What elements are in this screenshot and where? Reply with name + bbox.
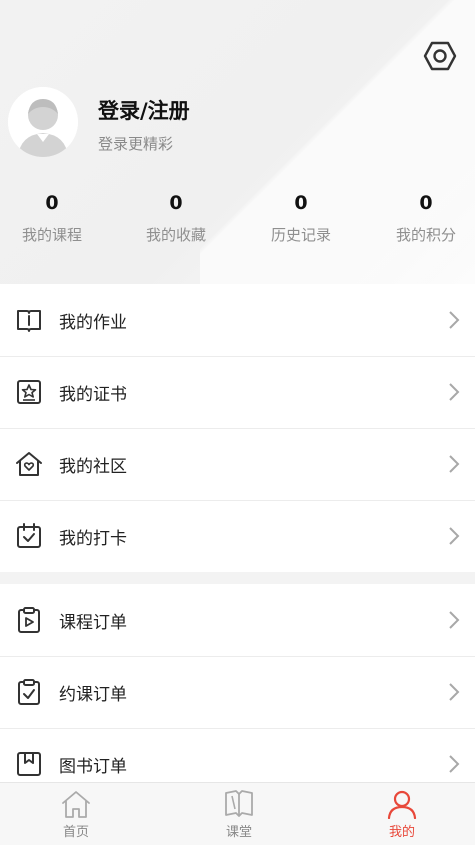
- menu-item-label: 我的打卡: [59, 528, 127, 549]
- certificate-icon: [17, 380, 41, 404]
- menu-item-label: 我的社区: [59, 456, 127, 477]
- menu-item-checkin[interactable]: 我的打卡: [0, 500, 475, 572]
- menu-item-appointment-orders[interactable]: 约课订单: [0, 656, 475, 728]
- menu-group-orders: 课程订单 约课订单 图书订单: [0, 584, 475, 782]
- login-register-link[interactable]: 登录/注册: [98, 95, 190, 125]
- open-book-icon: [225, 790, 253, 817]
- menu-item-label: 约课订单: [59, 684, 127, 705]
- chevron-right-icon: [449, 527, 460, 545]
- settings-button[interactable]: [420, 36, 460, 76]
- stat-value: 0: [45, 192, 59, 214]
- tab-classroom[interactable]: 课堂: [179, 783, 299, 845]
- stat-value: 0: [419, 192, 433, 214]
- menu-item-label: 我的作业: [59, 312, 127, 333]
- menu-item-homework[interactable]: 我的作业: [0, 284, 475, 356]
- tab-mine[interactable]: 我的: [342, 783, 462, 845]
- chevron-right-icon: [449, 683, 460, 701]
- menu-item-label: 我的证书: [59, 384, 127, 405]
- settings-hexagon-icon: [423, 41, 457, 71]
- menu-item-course-orders[interactable]: 课程订单: [0, 584, 475, 656]
- house-heart-icon: [16, 452, 42, 476]
- default-avatar-icon: [8, 87, 78, 157]
- clipboard-check-icon: [18, 679, 40, 705]
- stat-label: 我的积分: [395, 226, 456, 244]
- stat-label: 我的课程: [21, 226, 82, 244]
- chevron-right-icon: [449, 755, 460, 773]
- menu-item-book-orders[interactable]: 图书订单: [0, 728, 475, 782]
- tab-label: 首页: [62, 825, 89, 840]
- calendar-check-icon: [17, 523, 41, 548]
- tab-label: 我的: [388, 825, 415, 840]
- login-subtitle: 登录更精彩: [98, 135, 174, 153]
- chevron-right-icon: [449, 611, 460, 629]
- stat-label: 历史记录: [270, 226, 331, 244]
- chevron-right-icon: [449, 311, 460, 329]
- clipboard-play-icon: [18, 607, 40, 633]
- tab-label: 课堂: [225, 825, 252, 840]
- stat-my-courses[interactable]: 0 我的课程: [0, 190, 112, 245]
- stat-value: 0: [169, 192, 183, 214]
- chevron-right-icon: [449, 383, 460, 401]
- stat-my-favorites[interactable]: 0 我的收藏: [116, 190, 236, 245]
- bookmark-icon: [17, 752, 41, 776]
- menu-item-label: 课程订单: [59, 612, 127, 633]
- chevron-right-icon: [449, 455, 460, 473]
- stat-label: 我的收藏: [145, 226, 206, 244]
- tab-home[interactable]: 首页: [16, 783, 136, 845]
- bottom-tab-bar: 首页 课堂 我的: [0, 782, 475, 845]
- stat-my-points[interactable]: 0 我的积分: [366, 190, 475, 245]
- avatar[interactable]: [8, 87, 78, 157]
- stats-bar: 0 我的课程 0 我的收藏 0 历史记录 0 我的积分: [0, 190, 475, 250]
- home-icon: [62, 791, 90, 818]
- stat-value: 0: [294, 192, 308, 214]
- menu-item-label: 图书订单: [59, 756, 127, 777]
- person-icon: [387, 790, 417, 819]
- menu-item-certificates[interactable]: 我的证书: [0, 356, 475, 428]
- stat-history[interactable]: 0 历史记录: [241, 190, 361, 245]
- menu-item-community[interactable]: 我的社区: [0, 428, 475, 500]
- menu-group-primary: 我的作业 我的证书 我的社区 我的打卡: [0, 284, 475, 572]
- book-icon: [17, 310, 41, 332]
- profile-header: 登录/注册 登录更精彩 0 我的课程 0 我的收藏 0 历史记录 0 我的积分: [0, 0, 475, 284]
